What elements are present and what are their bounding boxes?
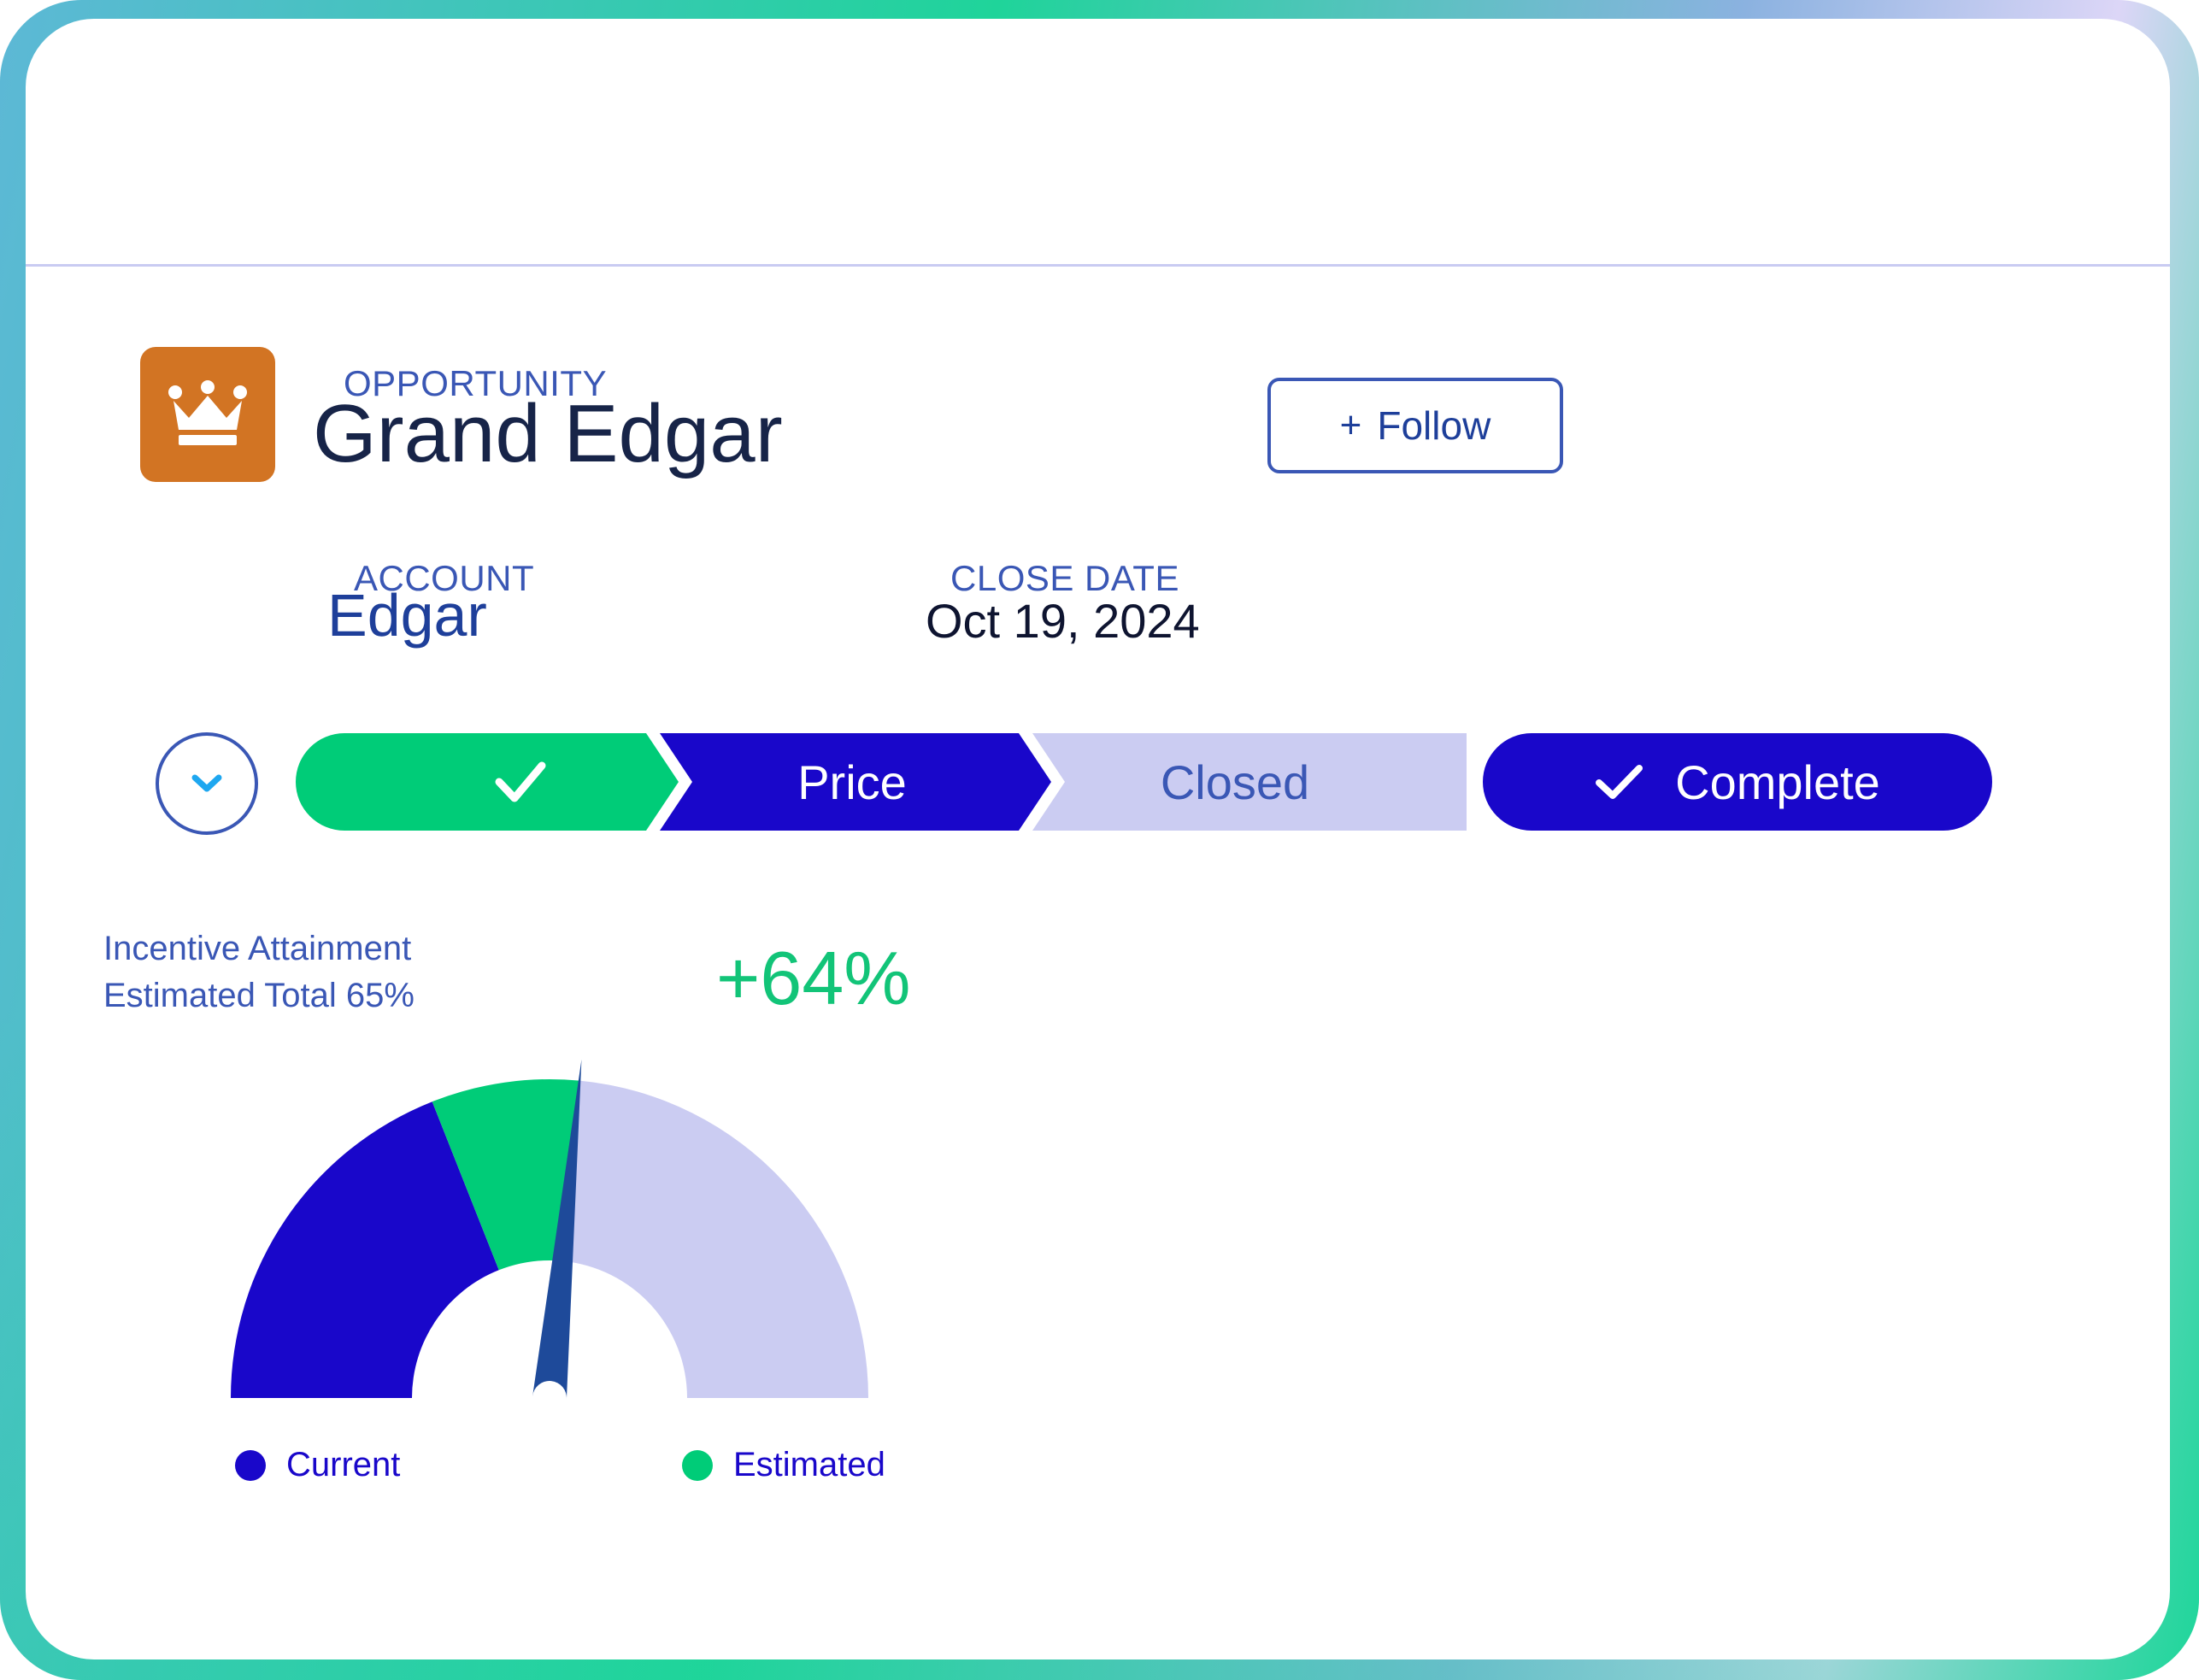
legend-dot-estimated bbox=[682, 1449, 713, 1481]
account-link[interactable]: Edgar bbox=[327, 581, 487, 649]
follow-label: Follow bbox=[1377, 403, 1491, 448]
record-title: Grand Edgar bbox=[313, 388, 783, 479]
stage-closed-label: Closed bbox=[1160, 755, 1310, 809]
crown-icon bbox=[168, 380, 247, 445]
opportunity-logo bbox=[140, 347, 275, 482]
legend-label-estimated: Estimated bbox=[733, 1446, 885, 1483]
chevron-down-icon bbox=[191, 774, 222, 792]
attainment-gauge bbox=[231, 1059, 869, 1400]
legend-dot-current bbox=[235, 1449, 266, 1481]
estimated-total: Estimated Total 65% bbox=[103, 977, 415, 1014]
incentive-title: Incentive Attainment bbox=[103, 930, 412, 967]
attainment-delta: +64% bbox=[716, 936, 911, 1020]
plus-icon: + bbox=[1339, 404, 1362, 446]
legend-label-current: Current bbox=[286, 1446, 401, 1483]
follow-button[interactable]: + Follow bbox=[1267, 378, 1563, 473]
complete-label: Complete bbox=[1675, 755, 1880, 809]
legend-estimated: Estimated bbox=[682, 1446, 885, 1484]
close-date-value: Oct 19, 2024 bbox=[926, 594, 1200, 648]
gauge-segment-remaining bbox=[562, 1080, 869, 1398]
header-divider bbox=[26, 264, 2170, 267]
mark-complete-button[interactable]: Complete bbox=[1483, 733, 1992, 831]
path-toggle-button[interactable] bbox=[156, 732, 258, 835]
stage-price-label: Price bbox=[797, 755, 907, 809]
stage-completed[interactable] bbox=[296, 733, 679, 831]
legend-current: Current bbox=[235, 1446, 400, 1484]
check-icon bbox=[1596, 765, 1643, 799]
